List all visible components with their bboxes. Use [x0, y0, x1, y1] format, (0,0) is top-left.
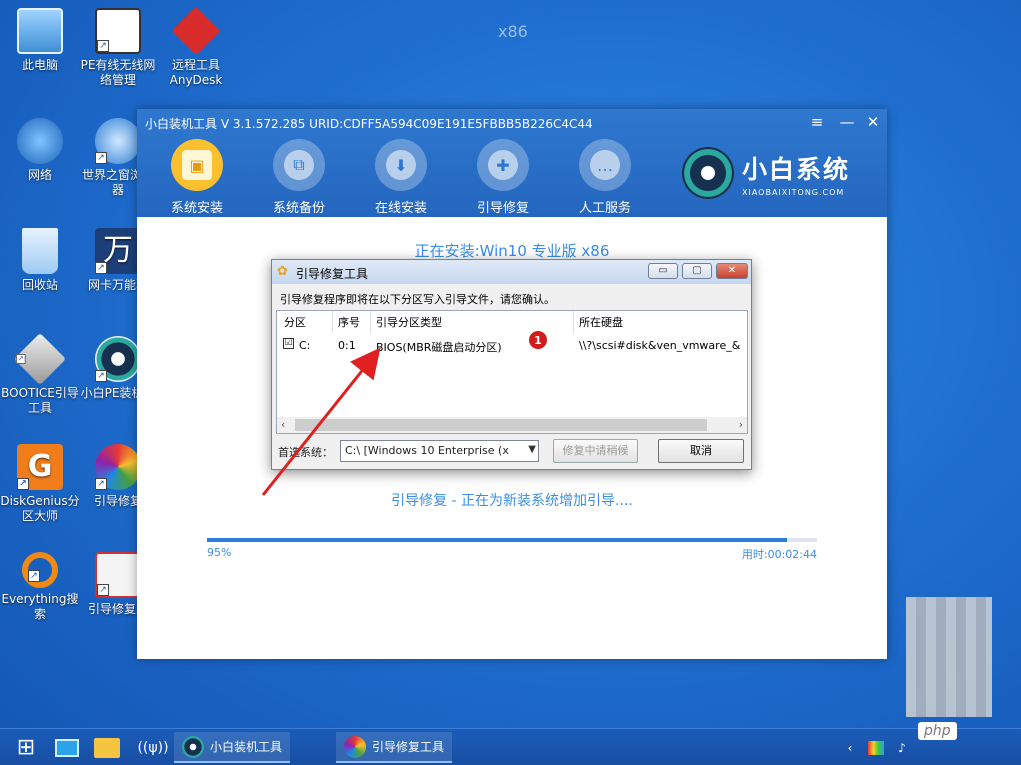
desktop-button[interactable]	[52, 732, 82, 763]
annotation-arrow-icon	[261, 347, 381, 496]
taskbar: ⊞ ((ψ)) 小白装机工具 引导修复工具 ‹ ♪	[0, 728, 1021, 765]
progress-elapsed: 用时:00:02:44	[741, 548, 817, 561]
desktop-icon-network-manager[interactable]: ↗ PE有线无线网络管理	[78, 8, 158, 88]
column-header-disk[interactable]: 所在硬盘	[579, 314, 623, 330]
search-icon: ↗	[22, 552, 58, 588]
dialog-close-button[interactable]: ✕	[716, 263, 748, 279]
chat-icon: …	[579, 139, 631, 191]
monitor-icon	[55, 738, 79, 757]
nav-label: 系统安装	[170, 201, 223, 216]
install-icon: ▣	[171, 139, 223, 191]
desktop-icon-label: 远程工具AnyDesk	[169, 58, 223, 87]
dialog-minimize-button[interactable]: ▭	[648, 263, 678, 279]
annotation-marker: 1	[528, 330, 548, 350]
scroll-right-icon[interactable]: ›	[739, 418, 743, 431]
dialog-message: 引导修复程序即将在以下分区写入引导文件，请您确认。	[280, 293, 555, 306]
computer-icon	[17, 8, 63, 54]
driver-icon: 万 ↗	[95, 228, 141, 274]
recycle-bin-icon	[22, 228, 58, 274]
desktop-icon-label: DiskGenius分区大师	[0, 494, 80, 523]
nav-label: 引导修复	[476, 201, 529, 216]
repair-button: 修复中请稍候	[553, 439, 638, 463]
brand-url: XIAOBAIXITONG.COM	[742, 187, 845, 197]
desktop-icon-label: 此电脑	[21, 58, 58, 72]
desktop-icon-label: 网络	[27, 168, 52, 182]
pinwheel-icon: ↗	[95, 444, 141, 490]
window-title: 小白装机工具 V 3.1.572.285 URID:CDFF5A594C09E1…	[145, 117, 593, 131]
xiaobai-app-icon	[182, 735, 204, 758]
chevron-down-icon[interactable]: ▼	[528, 444, 536, 455]
network-tool-button[interactable]: ((ψ))	[137, 732, 169, 763]
php-watermark: php	[918, 722, 957, 740]
cell-disk: \\?\scsi#disk&ven_vmware_&	[579, 339, 741, 352]
desktop-icon-this-pc[interactable]: 此电脑	[0, 8, 80, 73]
taskbar-app-boot-repair[interactable]: 引导修复工具	[336, 732, 453, 763]
nav-online-install[interactable]: ⬇ 在线安装	[361, 139, 441, 216]
progress-percent: 95%	[207, 546, 232, 559]
brand: 小白系统 XIAOBAIXITONG.COM	[682, 147, 850, 199]
chevron-up-icon: ‹	[847, 740, 853, 755]
xiaobai-pe-icon: ↗	[95, 336, 141, 382]
desktop-icon-network[interactable]: 网络	[0, 118, 80, 183]
cancel-button[interactable]: 取消	[658, 439, 744, 463]
backup-icon: ⧉	[273, 139, 325, 191]
start-button[interactable]: ⊞	[8, 732, 44, 763]
folder-icon	[94, 737, 120, 758]
explorer-button[interactable]	[92, 732, 122, 763]
repair-kit-icon: ↗	[95, 552, 141, 598]
dialog-titlebar: ✿ 引导修复工具 ▭ ▢ ✕	[272, 260, 751, 284]
desktop-icon-bootice[interactable]: ↗ BOOTICE引导工具	[0, 332, 80, 416]
pinwheel-icon: ✿	[277, 264, 288, 279]
nav-label: 系统备份	[272, 201, 325, 216]
taskbar-app-label: 小白装机工具	[210, 740, 283, 754]
bootice-icon: ↗	[13, 332, 67, 386]
progress-bar	[207, 538, 817, 542]
nav-label: 人工服务	[578, 201, 631, 216]
install-status: 引导修复 - 正在为新装系统增加引导....	[391, 493, 633, 509]
column-header-partition[interactable]: 分区	[284, 314, 306, 330]
taskbar-app-label: 引导修复工具	[372, 740, 445, 754]
pinwheel-app-icon	[344, 735, 366, 758]
network-manager-icon: ↗	[95, 8, 141, 54]
close-button[interactable]: ✕	[863, 113, 883, 131]
desktop-icon-label: Everything搜索	[1, 592, 79, 621]
globe-network-icon	[17, 118, 63, 164]
tray-expand-button[interactable]: ‹	[842, 732, 858, 763]
download-icon: ⬇	[375, 139, 427, 191]
tray-volume-icon[interactable]: ♪	[892, 732, 912, 763]
dialog-maximize-button[interactable]: ▢	[682, 263, 712, 279]
browser-icon: ↗	[95, 118, 141, 164]
column-header-boot-type[interactable]: 引导分区类型	[376, 314, 442, 330]
installer-header: 小白装机工具 V 3.1.572.285 URID:CDFF5A594C09E1…	[137, 109, 887, 217]
anydesk-icon	[171, 6, 221, 56]
desktop-icon-label: 回收站	[21, 278, 58, 292]
dialog-title: 引导修复工具	[296, 267, 369, 281]
column-header-index[interactable]: 序号	[338, 314, 360, 330]
minimize-button[interactable]: —	[837, 113, 857, 131]
desktop-icon-label: BOOTICE引导工具	[1, 386, 79, 415]
desktop-icon-everything[interactable]: ↗ Everything搜索	[0, 552, 80, 622]
windows-icon: ⊞	[16, 735, 36, 760]
toolbox-icon: ✚	[477, 139, 529, 191]
nav-label: 在线安装	[374, 201, 427, 216]
nav-system-install[interactable]: ▣ 系统安装	[157, 139, 237, 216]
install-title: 正在安装:Win10 专业版 x86	[414, 242, 610, 260]
brand-logo-icon	[682, 147, 734, 199]
progress-fill	[207, 538, 787, 542]
nav-system-backup[interactable]: ⧉ 系统备份	[259, 139, 339, 216]
desktop-icon-label: PE有线无线网络管理	[80, 58, 156, 87]
desktop-watermark: x86	[498, 22, 528, 41]
tray-display-icon[interactable]	[866, 732, 886, 763]
brand-name: 小白系统	[742, 154, 851, 184]
nav-boot-repair[interactable]: ✚ 引导修复	[463, 139, 543, 216]
taskbar-app-xiaobai[interactable]: 小白装机工具	[174, 732, 291, 763]
mosaic-overlay	[906, 597, 992, 717]
diskgenius-icon: G ↗	[17, 444, 63, 490]
desktop-icon-anydesk[interactable]: 远程工具AnyDesk	[156, 6, 236, 88]
menu-button[interactable]: ≡	[807, 113, 827, 131]
desktop-icon-recycle-bin[interactable]: 回收站	[0, 228, 80, 293]
nav-manual-service[interactable]: … 人工服务	[565, 139, 645, 216]
antenna-icon: ((ψ))	[137, 739, 169, 756]
desktop-icon-diskgenius[interactable]: G ↗ DiskGenius分区大师	[0, 444, 80, 524]
